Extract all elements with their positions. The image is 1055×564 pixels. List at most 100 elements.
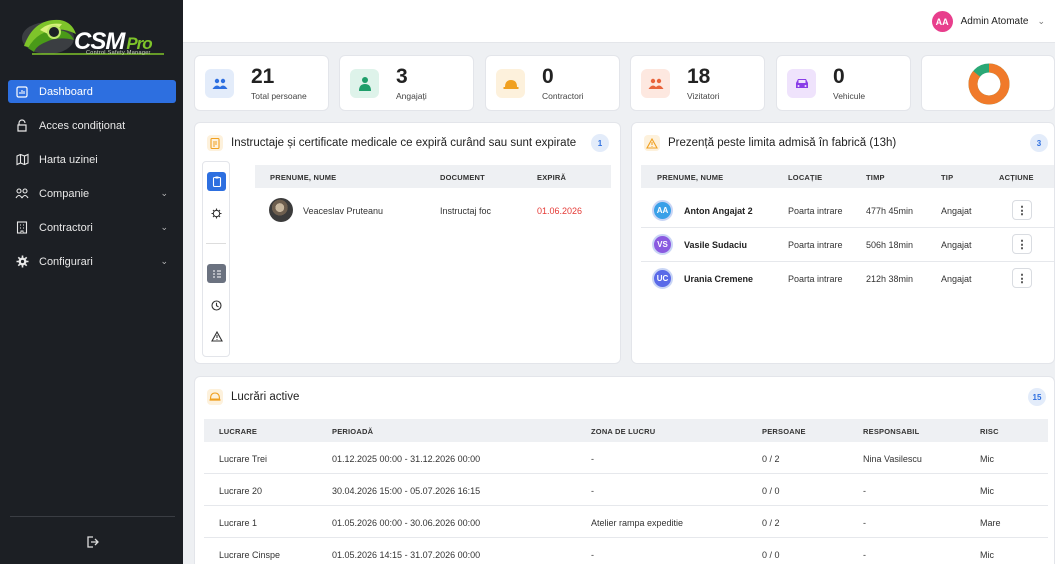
col-name: PRENUME, NUME [657, 173, 724, 182]
cell-responsible: - [863, 518, 866, 528]
sidebar-item-label: Acces condiționat [39, 119, 126, 132]
map-icon [15, 153, 29, 167]
cell-location: Poarta intrare [788, 240, 843, 250]
stat-card-vizitatori[interactable]: 18 Vizitatori [630, 55, 765, 111]
avatar: AA [652, 200, 673, 221]
stat-label: Contractori [542, 91, 584, 101]
stat-label: Angajați [396, 91, 427, 101]
gear-tab-icon[interactable] [207, 204, 226, 223]
topbar: AA Admin Atomate ⌄ [183, 0, 1055, 43]
sidebar-item-companie[interactable]: Companie ⌄ [8, 182, 176, 205]
sidebar-item-acces[interactable]: Acces condiționat [8, 114, 176, 137]
list-tab-icon[interactable] [207, 264, 226, 283]
cell-expires: 01.06.2026 [537, 206, 583, 216]
works-table-header: LUCRARE PERIOADĂ ZONA DE LUCRU PERSOANE … [204, 419, 1048, 442]
clock-tab-icon[interactable] [207, 296, 226, 315]
cell-time: 212h 38min [866, 274, 914, 284]
sidebar: CSM Pro Control Safety Manager Dashboard … [0, 0, 183, 564]
cell-period: 30.04.2026 15:00 - 05.07.2026 16:15 [332, 486, 481, 496]
works-count-badge: 15 [1028, 388, 1046, 406]
key-icon [15, 119, 29, 133]
sidebar-divider [10, 516, 175, 517]
stat-value: 3 [396, 65, 408, 88]
col-responsible: RESPONSABIL [863, 427, 920, 436]
row-actions-button[interactable]: ⋮ [1012, 234, 1032, 254]
table-row[interactable]: UC Urania Cremene Poarta intrare 212h 38… [641, 262, 1054, 296]
chart-icon [15, 85, 29, 99]
cell-work: Lucrare 20 [219, 486, 263, 496]
cell-type: Angajat [941, 206, 972, 216]
cell-time: 477h 45min [866, 206, 914, 216]
cell-period: 01.12.2025 00:00 - 31.12.2026 00:00 [332, 454, 481, 464]
sidebar-item-configurari[interactable]: Configurari ⌄ [8, 250, 176, 273]
cell-risk: Mare [980, 518, 1001, 528]
stat-card-vehicule[interactable]: 0 Vehicule [776, 55, 911, 111]
user-name: Admin Atomate [960, 16, 1029, 27]
stat-label: Total persoane [251, 91, 307, 101]
sidebar-item-harta[interactable]: Harta uzinei [8, 148, 176, 171]
building-icon [15, 221, 29, 235]
sidebar-item-label: Dashboard [39, 85, 93, 98]
employee-icon [350, 69, 379, 98]
clipboard-tab-icon[interactable] [207, 172, 226, 191]
table-row[interactable]: Lucrare 20 30.04.2026 15:00 - 05.07.2026… [204, 474, 1048, 506]
cell-persons: 0 / 2 [762, 454, 780, 464]
presence-table-header: PRENUME, NUME LOCAȚIE TIMP TIP ACȚIUNE [641, 165, 1054, 188]
table-row[interactable]: VS Vasile Sudaciu Poarta intrare 506h 18… [641, 228, 1054, 262]
col-name: PRENUME, NUME [270, 173, 337, 182]
col-document: DOCUMENT [440, 173, 485, 182]
table-row[interactable]: Veaceslav Pruteanu Instructaj foc 01.06.… [255, 194, 611, 228]
warning-icon [644, 135, 660, 151]
cell-period: 01.05.2026 14:15 - 31.07.2026 00:00 [332, 550, 481, 560]
donut-card[interactable] [921, 55, 1055, 111]
table-row[interactable]: Lucrare 1 01.05.2026 00:00 - 30.06.2026 … [204, 506, 1048, 538]
side-tabs-divider [206, 243, 226, 244]
brand-tagline: Control Safety Manager [86, 50, 151, 56]
cell-risk: Mic [980, 486, 994, 496]
cell-name: Veaceslav Pruteanu [303, 206, 384, 216]
col-action: ACȚIUNE [999, 173, 1034, 182]
cell-location: Poarta intrare [788, 206, 843, 216]
sidebar-nav: Dashboard Acces condiționat Harta uzinei… [8, 80, 176, 284]
cell-persons: 0 / 2 [762, 518, 780, 528]
stat-label: Vizitatori [687, 91, 720, 101]
presence-title: Prezență peste limita admisă în fabrică … [668, 137, 897, 149]
stat-card-contractori[interactable]: 0 Contractori [485, 55, 620, 111]
avatar: UC [652, 268, 673, 289]
table-row[interactable]: AA Anton Angajat 2 Poarta intrare 477h 4… [641, 194, 1054, 228]
warning-tab-icon[interactable] [207, 327, 226, 346]
chevron-down-icon: ⌄ [160, 188, 168, 198]
stat-card-angajati[interactable]: 3 Angajați [339, 55, 474, 111]
sidebar-item-dashboard[interactable]: Dashboard [8, 80, 176, 103]
table-row[interactable]: Lucrare Trei 01.12.2025 00:00 - 31.12.20… [204, 442, 1048, 474]
cell-persons: 0 / 0 [762, 486, 780, 496]
brand-logo[interactable]: CSM Pro Control Safety Manager [14, 8, 174, 66]
chevron-down-icon: ⌄ [1037, 16, 1045, 26]
cell-risk: Mic [980, 454, 994, 464]
cell-type: Angajat [941, 274, 972, 284]
cell-name: Vasile Sudaciu [684, 240, 748, 250]
sidebar-item-contractori[interactable]: Contractori ⌄ [8, 216, 176, 239]
logout-icon[interactable] [85, 535, 99, 549]
certs-table-header: PRENUME, NUME DOCUMENT EXPIRĂ [255, 165, 611, 188]
row-actions-button[interactable]: ⋮ [1012, 268, 1032, 288]
certs-title: Instructaje și certificate medicale ce e… [231, 137, 577, 149]
cell-work: Lucrare Cinspe [219, 550, 281, 560]
cell-work: Lucrare Trei [219, 454, 268, 464]
chevron-down-icon: ⌄ [160, 222, 168, 232]
row-actions-button[interactable]: ⋮ [1012, 200, 1032, 220]
hardhat-icon [207, 389, 223, 405]
certs-count-badge: 1 [591, 134, 609, 152]
col-location: LOCAȚIE [788, 173, 823, 182]
sidebar-item-label: Harta uzinei [39, 153, 98, 166]
presence-panel: Prezență peste limita admisă în fabrică … [631, 122, 1055, 364]
document-icon [207, 135, 223, 151]
table-row[interactable]: Lucrare Cinspe 01.05.2026 14:15 - 31.07.… [204, 538, 1048, 564]
user-menu[interactable]: AA Admin Atomate ⌄ [931, 11, 1045, 32]
col-zone: ZONA DE LUCRU [591, 427, 656, 436]
cell-time: 506h 18min [866, 240, 914, 250]
person-photo [269, 198, 293, 222]
stat-label: Vehicule [833, 91, 866, 101]
cell-zone: - [591, 486, 594, 496]
stat-card-total[interactable]: 21 Total persoane [194, 55, 329, 111]
